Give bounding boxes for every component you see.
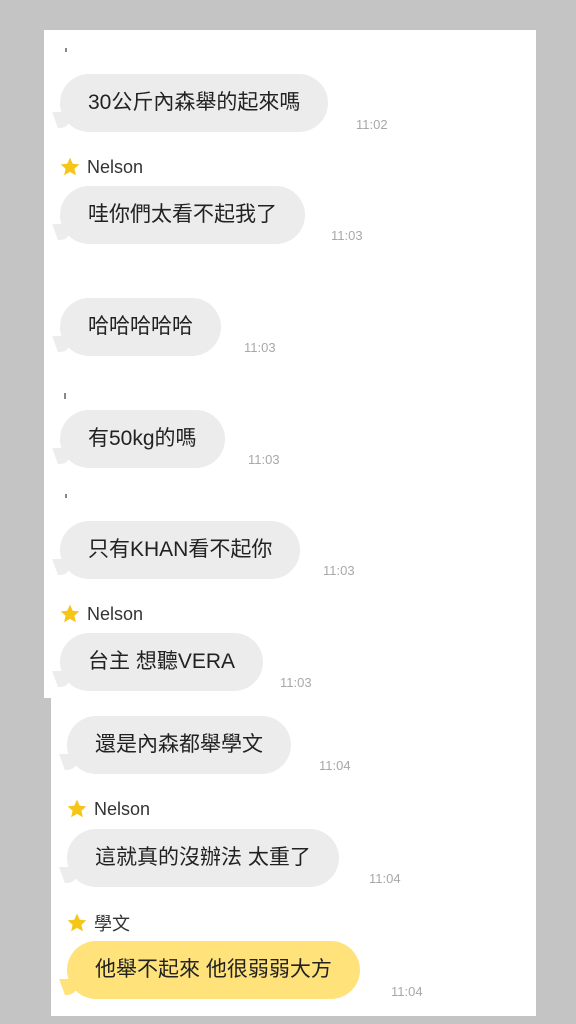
sender-label: Nelson — [59, 156, 143, 178]
message-time: 11:03 — [280, 675, 312, 690]
star-icon — [59, 156, 81, 178]
star-icon — [66, 912, 88, 934]
message-time: 11:02 — [356, 117, 388, 132]
sender-label: 學文 — [66, 910, 130, 936]
message-time: 11:03 — [244, 340, 276, 355]
sender-name: Nelson — [87, 156, 144, 177]
sender-label: Nelson — [66, 798, 150, 820]
message-time: 11:04 — [391, 984, 423, 999]
message-time: 11:03 — [331, 228, 363, 243]
message-time: 11:03 — [323, 563, 355, 578]
message-bubble[interactable]: 哈哈哈哈哈 — [60, 298, 221, 356]
stray-mark — [65, 48, 67, 52]
message-bubble[interactable]: 這就真的沒辦法 太重了 — [67, 829, 339, 887]
sender-name: Nelson — [87, 603, 144, 624]
stray-mark — [64, 393, 66, 399]
message-bubble[interactable]: 有50kg的嗎 — [60, 410, 225, 468]
star-icon — [66, 798, 88, 820]
message-bubble[interactable]: 只有KHAN看不起你 — [60, 521, 301, 579]
message-time: 11:04 — [319, 758, 351, 773]
sender-name: 學文 — [94, 914, 130, 934]
message-time: 11:04 — [369, 871, 401, 886]
sender-label: Nelson — [59, 603, 143, 625]
message-bubble[interactable]: 台主 想聽VERA — [60, 633, 264, 691]
message-bubble[interactable]: 30公斤內森舉的起來嗎 — [60, 74, 329, 132]
stray-mark — [65, 494, 67, 498]
sender-name: Nelson — [94, 798, 151, 819]
message-bubble[interactable]: 哇你們太看不起我了 — [60, 186, 305, 244]
star-icon — [59, 603, 81, 625]
message-bubble[interactable]: 還是內森都舉學文 — [67, 716, 291, 774]
message-time: 11:03 — [248, 452, 280, 467]
message-bubble-highlighted[interactable]: 他舉不起來 他很弱弱大方 — [67, 941, 360, 999]
